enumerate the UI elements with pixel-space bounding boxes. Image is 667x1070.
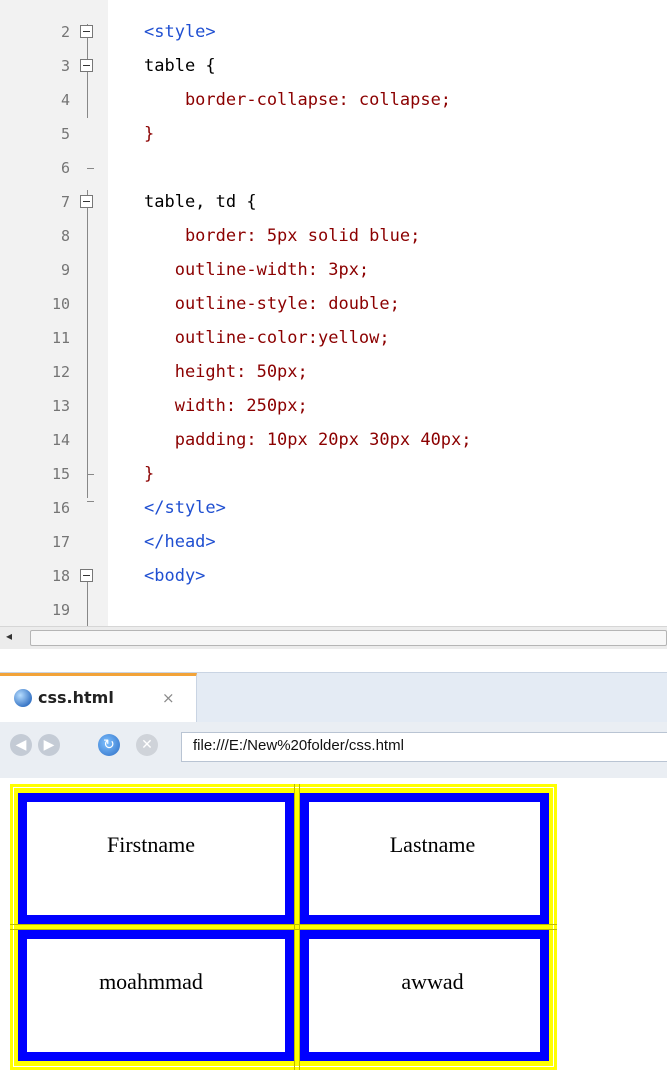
code-line: border: 5px solid blue; — [144, 226, 421, 246]
tab-title: css.html — [38, 688, 114, 707]
code-line: <style> — [144, 22, 216, 42]
scroll-left-icon[interactable]: ◂ — [6, 629, 12, 643]
code-line: } — [144, 464, 155, 484]
code-line: width: 250px; — [144, 396, 308, 416]
cell-text: Firstname — [107, 832, 195, 857]
collapse-fold-icon[interactable] — [80, 569, 93, 582]
line-number: 12 — [51, 363, 70, 381]
line-number: 5 — [60, 125, 70, 143]
code-editor[interactable]: 2 <style> 3 table { 4 border-collapse: c… — [0, 0, 667, 626]
fold-tick — [87, 501, 94, 502]
line-number: 11 — [51, 329, 70, 347]
stop-icon[interactable]: ✕ — [136, 734, 158, 756]
line-number: 18 — [51, 567, 70, 585]
fold-tick — [87, 474, 94, 475]
code-line: outline-color:yellow; — [144, 328, 390, 348]
rendered-table: Firstname Lastname moahmmad awwad — [10, 784, 557, 1070]
url-text: file:///E:/New%20folder/css.html — [193, 737, 404, 754]
code-line: outline-width: 3px; — [144, 260, 370, 280]
line-number: 3 — [60, 57, 70, 75]
cell-text: awwad — [401, 969, 464, 994]
line-number: 15 — [51, 465, 70, 483]
code-line: </head> — [144, 532, 216, 552]
line-number: 8 — [60, 227, 70, 245]
line-number: 16 — [51, 499, 70, 517]
line-number: 14 — [51, 431, 70, 449]
forward-arrow-icon[interactable]: ▶ — [38, 734, 60, 756]
line-number: 7 — [60, 193, 70, 211]
collapse-fold-icon[interactable] — [80, 195, 93, 208]
cell-text: Lastname — [389, 832, 476, 857]
table-cell: Firstname — [18, 793, 294, 924]
table-cell: moahmmad — [18, 930, 294, 1061]
table-cell: awwad — [300, 930, 549, 1061]
fold-tick — [87, 168, 94, 169]
browser-nav-bar: ◀ ▶ ↻ ✕ file:///E:/New%20folder/css.html — [0, 722, 667, 779]
code-line: <body> — [144, 566, 206, 586]
horizontal-scrollbar[interactable]: ◂ — [0, 626, 667, 649]
line-number: 9 — [60, 261, 70, 279]
table-cell: Lastname — [300, 793, 549, 924]
line-number: 19 — [51, 601, 70, 619]
tab-css-html[interactable]: css.html × — [0, 673, 197, 723]
browser-globe-icon — [14, 689, 32, 707]
code-line: padding: 10px 20px 30px 40px; — [144, 430, 472, 450]
line-number: 6 — [60, 159, 70, 177]
code-line: table { — [144, 56, 216, 76]
code-line: outline-style: double; — [144, 294, 400, 314]
code-line: height: 50px; — [144, 362, 308, 382]
code-line: table, td { — [144, 192, 257, 212]
line-number: 2 — [60, 23, 70, 41]
browser-tab-bar: css.html × — [0, 672, 667, 723]
line-number: 17 — [51, 533, 70, 551]
code-line: } — [144, 124, 155, 144]
line-number: 4 — [60, 91, 70, 109]
code-line: border-collapse: collapse; — [144, 90, 452, 110]
scrollbar-thumb[interactable] — [30, 630, 667, 646]
code-line: </style> — [144, 498, 226, 518]
address-bar[interactable]: file:///E:/New%20folder/css.html — [181, 732, 667, 762]
collapse-fold-icon[interactable] — [80, 59, 93, 72]
page-viewport: Firstname Lastname moahmmad awwad — [0, 778, 667, 1070]
back-arrow-icon[interactable]: ◀ — [10, 734, 32, 756]
collapse-fold-icon[interactable] — [80, 25, 93, 38]
line-number: 10 — [51, 295, 70, 313]
close-icon[interactable]: × — [162, 689, 175, 707]
line-number: 13 — [51, 397, 70, 415]
cell-text: moahmmad — [99, 969, 203, 994]
refresh-icon[interactable]: ↻ — [98, 734, 120, 756]
